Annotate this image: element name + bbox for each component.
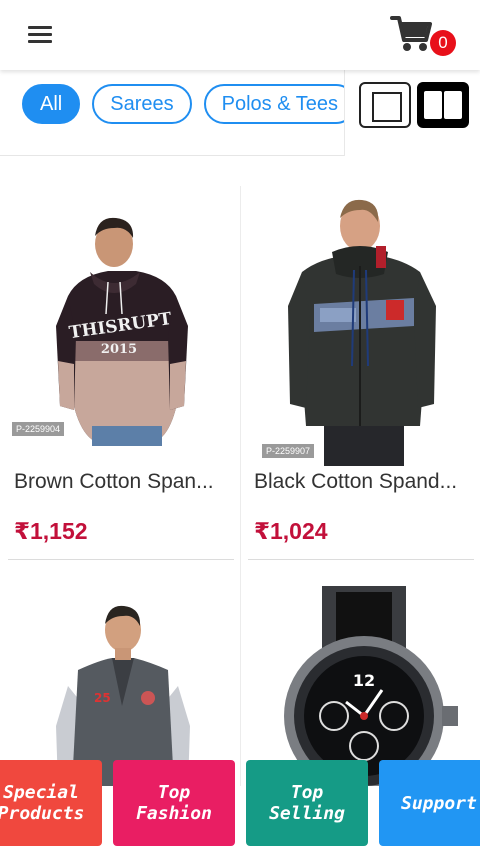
card-divider <box>8 559 234 560</box>
support-label: Support <box>401 792 477 814</box>
special-products-label: Special Products <box>0 782 85 824</box>
product-image <box>248 186 474 466</box>
hamburger-menu-icon[interactable] <box>24 20 56 50</box>
chip-polos-tees[interactable]: Polos & Tees <box>203 84 344 124</box>
category-filter-bar: All Sarees Polos & Tees <box>0 70 480 156</box>
top-fashion-button[interactable]: Top Fashion <box>113 760 235 846</box>
product-image: 25 <box>8 586 234 786</box>
chip-all[interactable]: All <box>22 84 81 124</box>
cart-count-badge: 0 <box>430 30 456 56</box>
grid-divider <box>240 186 241 786</box>
top-selling-label: Top Selling <box>269 782 345 824</box>
cart-icon <box>390 16 432 51</box>
app-header: 0 <box>0 0 480 70</box>
top-fashion-label: Top Fashion <box>136 782 212 824</box>
product-image: THISRUPT 2015 <box>8 186 234 446</box>
chip-sarees[interactable]: Sarees <box>92 84 192 124</box>
product-code: P-2259904 <box>12 422 65 436</box>
single-column-view-icon[interactable] <box>359 82 411 128</box>
product-image: 12 <box>248 586 474 786</box>
card-divider <box>248 559 474 560</box>
svg-text:25: 25 <box>94 691 111 705</box>
product-name[interactable]: Brown Cotton Span... <box>14 470 234 494</box>
view-toggle <box>344 70 480 156</box>
bottom-navigation: Special Products Top Fashion Top Selling… <box>0 760 480 846</box>
top-selling-button[interactable]: Top Selling <box>246 760 368 846</box>
two-column-view-icon[interactable] <box>417 82 469 128</box>
product-name[interactable]: Black Cotton Spand... <box>254 470 474 494</box>
product-price: ₹1,024 <box>254 518 328 544</box>
cart-button[interactable]: 0 <box>390 14 460 58</box>
svg-text:12: 12 <box>353 671 375 690</box>
svg-text:2015: 2015 <box>101 342 137 357</box>
support-button[interactable]: Support <box>379 760 480 846</box>
product-grid: THISRUPT 2015 P-2259904 Brown Cotton Spa… <box>0 186 480 786</box>
product-code: P-2259907 <box>262 444 315 458</box>
special-products-button[interactable]: Special Products <box>0 760 102 846</box>
category-chips: All Sarees Polos & Tees <box>22 84 344 128</box>
product-price: ₹1,152 <box>14 518 88 544</box>
